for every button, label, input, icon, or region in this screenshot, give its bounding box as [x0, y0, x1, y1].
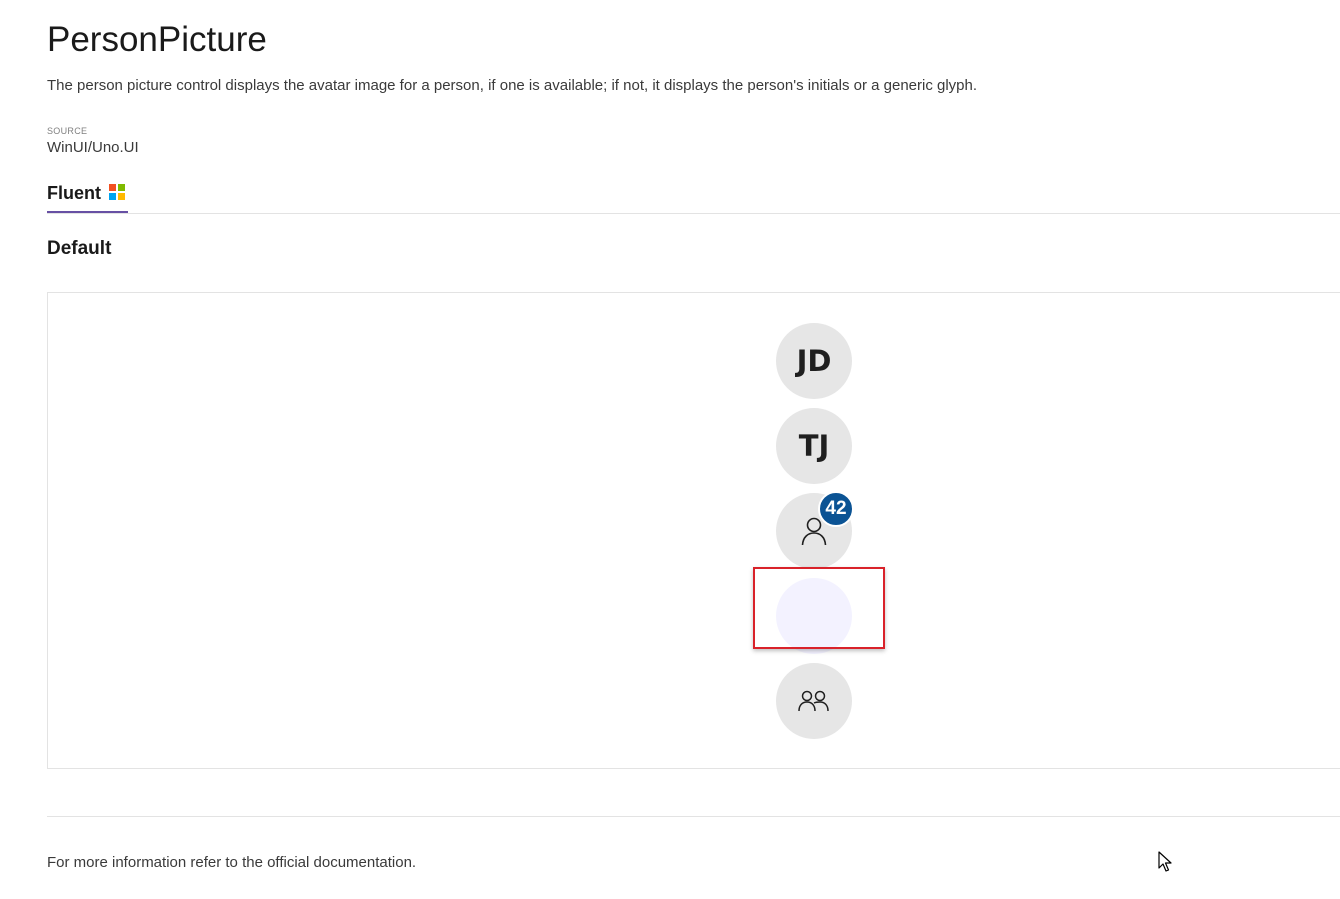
footer-text: For more information refer to the offici…	[47, 854, 416, 871]
tab-bar: Fluent	[47, 178, 1340, 214]
highlight-box	[753, 567, 885, 649]
avatar-initials: JD	[796, 344, 832, 378]
section-heading: Default	[47, 238, 112, 259]
footer-divider	[47, 816, 1340, 817]
tab-fluent-label: Fluent	[47, 183, 101, 203]
page-title: PersonPicture	[47, 20, 267, 59]
sample-card: JD TJ 42	[47, 292, 1340, 769]
person-picture-group[interactable]	[776, 663, 852, 739]
source-value: WinUI/Uno.UI	[47, 139, 139, 156]
page: PersonPicture The person picture control…	[0, 0, 1340, 899]
avatar-initials: TJ	[798, 429, 830, 463]
person-picture-tj[interactable]: TJ	[776, 408, 852, 484]
page-description: The person picture control displays the …	[47, 77, 978, 94]
tab-fluent[interactable]: Fluent	[47, 178, 128, 213]
source-caption: SOURCE	[47, 126, 88, 136]
footer-prefix: For more information refer to the	[47, 854, 268, 871]
windows-logo-icon	[109, 184, 125, 200]
group-icon	[798, 690, 829, 712]
official-documentation-link[interactable]: official documentation.	[267, 854, 416, 871]
person-picture-jd[interactable]: JD	[776, 323, 852, 399]
mouse-cursor-icon	[1158, 851, 1172, 872]
notification-badge: 42	[818, 491, 854, 527]
